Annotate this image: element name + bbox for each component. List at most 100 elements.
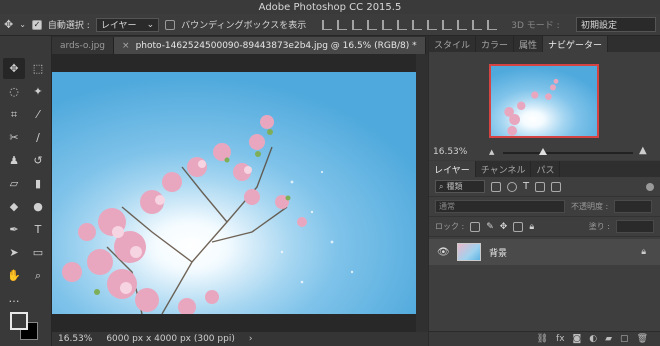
more-tools-icon[interactable]: … bbox=[3, 288, 25, 309]
magic-wand-tool-icon[interactable]: ✦ bbox=[27, 81, 49, 102]
auto-select-checkbox[interactable]: ✓ bbox=[31, 19, 42, 30]
layer-row[interactable]: 👁︎ 背景 🔒︎ bbox=[429, 239, 660, 265]
document-tab[interactable]: ards-o.jpg bbox=[52, 37, 115, 54]
bounding-box-checkbox[interactable] bbox=[165, 19, 176, 30]
distribute-vcenter-icon[interactable] bbox=[427, 19, 438, 30]
move-tool-icon[interactable]: ✥ bbox=[4, 18, 13, 31]
type-tool-icon[interactable]: T bbox=[27, 219, 49, 240]
blend-mode-dropdown[interactable]: 通常 bbox=[435, 200, 565, 213]
filter-type-icon[interactable]: T bbox=[523, 181, 529, 192]
layer-filter-row: ⌕ 種類 T bbox=[429, 177, 660, 197]
tab-label: スタイル bbox=[434, 40, 471, 51]
filter-adjustment-icon[interactable] bbox=[507, 181, 517, 192]
zoom-slider[interactable] bbox=[503, 152, 633, 154]
fill-label: 塗り : bbox=[588, 222, 610, 231]
blur-tool-icon[interactable]: ◆ bbox=[3, 196, 25, 217]
foreground-color-swatch[interactable] bbox=[10, 312, 28, 330]
workspace-dropdown[interactable]: 初期設定 bbox=[576, 17, 656, 32]
distribute-top-icon[interactable] bbox=[412, 19, 423, 30]
align-hcenter-icon[interactable] bbox=[382, 19, 393, 30]
auto-select-label: 自動選択 : bbox=[47, 21, 90, 31]
tab-properties[interactable]: 属性 bbox=[514, 36, 544, 52]
distribute-left-icon[interactable] bbox=[457, 19, 468, 30]
auto-select-target-dropdown[interactable]: レイヤー ⌄ bbox=[95, 17, 160, 32]
tab-label: パス bbox=[536, 165, 555, 176]
status-zoom[interactable]: 16.53% bbox=[58, 334, 92, 344]
fill-field[interactable] bbox=[616, 220, 654, 233]
layer-style-icon[interactable]: fx bbox=[556, 334, 565, 344]
align-bottom-icon[interactable] bbox=[352, 19, 363, 30]
tab-color[interactable]: カラー bbox=[476, 36, 515, 52]
chevron-down-icon[interactable]: ⌄ bbox=[19, 20, 26, 29]
eye-icon[interactable]: 👁︎ bbox=[437, 247, 450, 258]
lock-transparency-icon[interactable] bbox=[470, 221, 481, 232]
new-layer-icon[interactable]: ▢ bbox=[620, 334, 629, 344]
gradient-tool-icon[interactable]: ▮ bbox=[27, 173, 49, 194]
opacity-field[interactable] bbox=[614, 200, 653, 213]
layers-footer: ⛓︎ fx ◙ ◐ ▰ ▢ 🗑︎ bbox=[429, 331, 660, 346]
trash-icon[interactable]: 🗑︎ bbox=[637, 334, 648, 344]
filter-toggle[interactable] bbox=[646, 182, 654, 191]
tab-layers[interactable]: レイヤー bbox=[429, 161, 476, 177]
link-layers-icon[interactable]: ⛓︎ bbox=[537, 334, 548, 344]
align-top-icon[interactable] bbox=[322, 19, 333, 30]
tab-styles[interactable]: スタイル bbox=[429, 36, 477, 52]
align-buttons bbox=[322, 19, 498, 30]
align-left-icon[interactable] bbox=[367, 19, 378, 30]
navigator-thumbnail[interactable] bbox=[489, 64, 599, 138]
tab-navigator[interactable]: ナビゲーター bbox=[543, 36, 609, 52]
lock-paint-icon[interactable]: ✎ bbox=[486, 222, 494, 232]
stamp-tool-icon[interactable]: ♟ bbox=[3, 150, 25, 171]
vertical-scrollbar[interactable] bbox=[416, 54, 428, 332]
crop-tool-icon[interactable]: ⌗ bbox=[3, 104, 25, 125]
document-canvas[interactable] bbox=[52, 72, 416, 314]
auto-select-target-value: レイヤー bbox=[100, 21, 137, 31]
eyedropper-tool-icon[interactable]: ⁄ bbox=[27, 104, 49, 125]
dodge-tool-icon[interactable]: ● bbox=[27, 196, 49, 217]
layer-name[interactable]: 背景 bbox=[489, 246, 507, 259]
zoom-slider-handle[interactable] bbox=[539, 148, 547, 155]
document-tab-label: ards-o.jpg bbox=[60, 40, 106, 51]
filter-smart-object-icon[interactable] bbox=[551, 181, 562, 192]
pen-tool-icon[interactable]: ✒ bbox=[3, 219, 25, 240]
add-mask-icon[interactable]: ◙ bbox=[573, 334, 582, 344]
navigator-zoom-value[interactable]: 16.53% bbox=[433, 147, 467, 157]
distribute-right-icon[interactable] bbox=[487, 19, 498, 30]
align-right-icon[interactable] bbox=[397, 19, 408, 30]
close-icon[interactable]: × bbox=[122, 41, 130, 51]
tab-channels[interactable]: チャンネル bbox=[476, 161, 532, 177]
lock-artboard-icon[interactable] bbox=[513, 221, 524, 232]
document-tab-active[interactable]: × photo-1462524500090-89443873e2b4.jpg @… bbox=[114, 37, 426, 54]
eraser-tool-icon[interactable]: ▱ bbox=[3, 173, 25, 194]
path-selection-tool-icon[interactable]: ➤ bbox=[3, 242, 25, 263]
lock-row: ロック : ✎ ✥ 🔒︎ 塗り : bbox=[429, 217, 660, 237]
lock-all-icon[interactable]: 🔒︎ bbox=[529, 222, 534, 232]
brush-tool-icon[interactable]: ∕ bbox=[27, 127, 49, 148]
document-tab-label: photo-1462524500090-89443873e2b4.jpg @ 1… bbox=[135, 40, 417, 51]
zoom-tool-icon[interactable]: ⌕ bbox=[27, 265, 49, 286]
rectangle-tool-icon[interactable]: ▭ bbox=[27, 242, 49, 263]
tab-paths[interactable]: パス bbox=[531, 161, 561, 177]
document-tabs: ards-o.jpg × photo-1462524500090-8944387… bbox=[52, 36, 428, 54]
new-group-icon[interactable]: ▰ bbox=[605, 334, 612, 344]
zoom-in-icon[interactable]: ▲ bbox=[639, 145, 647, 156]
marquee-tool-icon[interactable]: ⬚ bbox=[27, 58, 49, 79]
distribute-hcenter-icon[interactable] bbox=[472, 19, 483, 30]
lasso-tool-icon[interactable]: ◌ bbox=[3, 81, 25, 102]
canvas-area[interactable] bbox=[52, 54, 428, 332]
align-vcenter-icon[interactable] bbox=[337, 19, 348, 30]
lock-position-icon[interactable]: ✥ bbox=[500, 222, 508, 232]
move-tool-icon[interactable]: ✥ bbox=[3, 58, 25, 79]
distribute-bottom-icon[interactable] bbox=[442, 19, 453, 30]
filter-shape-icon[interactable] bbox=[535, 181, 546, 192]
layer-filter-dropdown[interactable]: ⌕ 種類 bbox=[435, 180, 485, 193]
opacity-label: 不透明度 : bbox=[571, 202, 609, 211]
adjustment-layer-icon[interactable]: ◐ bbox=[589, 334, 597, 344]
status-menu-arrow[interactable]: › bbox=[249, 334, 253, 344]
hand-tool-icon[interactable]: ✋ bbox=[3, 265, 25, 286]
filter-pixel-icon[interactable] bbox=[491, 181, 501, 192]
zoom-out-icon[interactable]: ▲ bbox=[489, 148, 494, 156]
history-brush-tool-icon[interactable]: ↺ bbox=[27, 150, 49, 171]
healing-brush-tool-icon[interactable]: ✂ bbox=[3, 127, 25, 148]
tab-label: カラー bbox=[481, 40, 509, 51]
